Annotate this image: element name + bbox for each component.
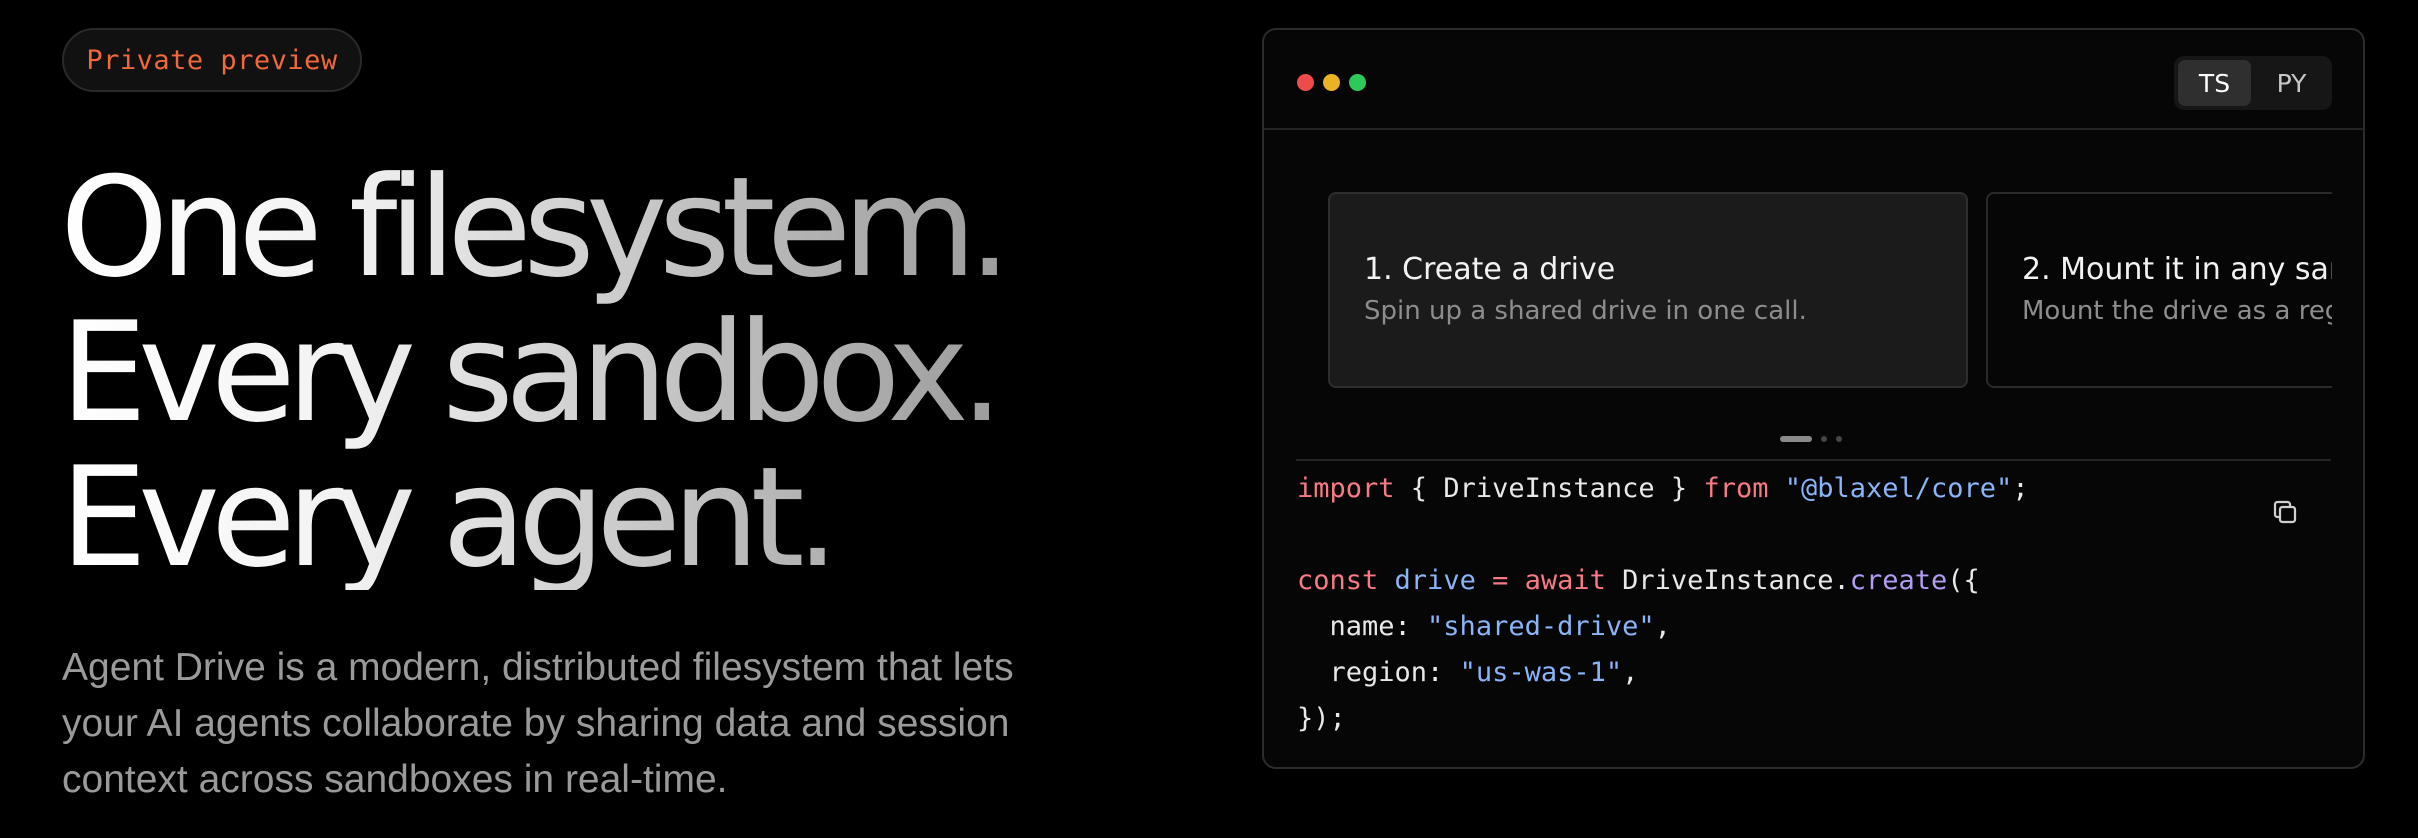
- code-punct: ,: [1622, 657, 1639, 688]
- code-key: region:: [1297, 657, 1460, 688]
- window-minimize-dot: [1323, 74, 1340, 91]
- code-window: TS PY 1. Create a drive Spin up a shared…: [1262, 28, 2365, 769]
- hero-heading: One filesystem. Every sandbox. Every age…: [60, 155, 1003, 590]
- code-punct: ,: [1654, 611, 1671, 642]
- window-maximize-dot: [1349, 74, 1366, 91]
- step-card-create-drive[interactable]: 1. Create a drive Spin up a shared drive…: [1328, 192, 1968, 388]
- code-keyword: import: [1297, 473, 1395, 504]
- step-title: 1. Create a drive: [1364, 252, 1616, 287]
- code-divider: [1296, 459, 2331, 461]
- code-punct: ({: [1947, 565, 1980, 596]
- steps-carousel: 1. Create a drive Spin up a shared drive…: [1328, 192, 2332, 388]
- step-title: 2. Mount it in any sandbox: [2022, 252, 2332, 287]
- pagination-dot-2[interactable]: [1821, 436, 1827, 442]
- code-punct: });: [1297, 703, 1346, 734]
- language-toggle: TS PY: [2174, 56, 2332, 110]
- pagination-dot-3[interactable]: [1836, 436, 1842, 442]
- code-string: "@blaxel/core": [1784, 473, 2013, 504]
- hero-description: Agent Drive is a modern, distributed fil…: [62, 646, 1014, 801]
- private-preview-badge: Private preview: [62, 28, 362, 92]
- hero-line-2: Every sandbox.: [60, 292, 995, 453]
- step-card-mount-drive[interactable]: 2. Mount it in any sandbox Mount the dri…: [1986, 192, 2332, 388]
- code-function: create: [1849, 565, 1948, 596]
- tab-typescript[interactable]: TS: [2178, 60, 2251, 106]
- copy-icon: [2273, 500, 2297, 524]
- code-punct: {: [1394, 473, 1444, 504]
- code-identifier: DriveInstance.: [1605, 565, 1850, 596]
- code-string: "us-was-1": [1459, 657, 1623, 688]
- code-variable: drive: [1394, 565, 1476, 596]
- code-punct: ;: [2012, 473, 2029, 504]
- pagination-dot-1[interactable]: [1780, 436, 1812, 442]
- code-keyword: await: [1524, 565, 1606, 596]
- code-operator: =: [1475, 565, 1525, 596]
- copy-code-button[interactable]: [2265, 492, 2305, 532]
- window-titlebar: TS PY: [1264, 30, 2363, 130]
- code-punct: }: [1654, 473, 1704, 504]
- code-string: "shared-drive": [1427, 611, 1655, 642]
- code-block: import { DriveInstance } from "@blaxel/c…: [1297, 466, 2029, 742]
- step-subtitle: Mount the drive as a regular directory.: [2022, 296, 2332, 326]
- tab-python[interactable]: PY: [2255, 60, 2328, 106]
- hero-line-1: One filesystem.: [60, 147, 1003, 308]
- code-keyword: from: [1703, 473, 1769, 504]
- window-close-dot: [1297, 74, 1314, 91]
- hero-line-3: Every agent.: [60, 437, 831, 598]
- code-key: name:: [1297, 611, 1428, 642]
- code-identifier: DriveInstance: [1443, 473, 1655, 504]
- badge-label: Private preview: [86, 44, 338, 76]
- step-subtitle: Spin up a shared drive in one call.: [1364, 296, 1807, 326]
- code-keyword: const: [1297, 565, 1379, 596]
- carousel-pagination: [1780, 436, 1842, 442]
